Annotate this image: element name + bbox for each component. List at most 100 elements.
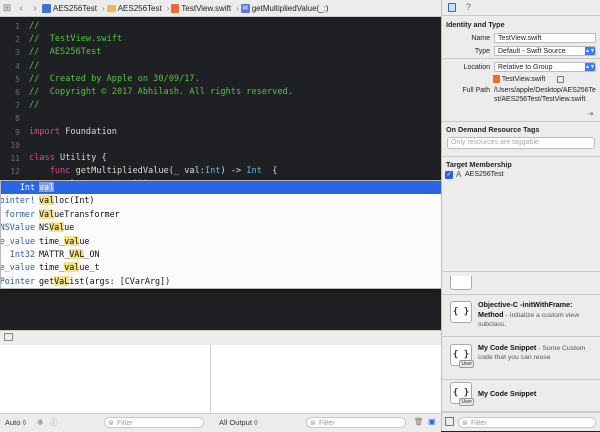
completion-item[interactable]: Int32 MATTR_VAL_ON — [1, 248, 442, 261]
code-line[interactable]: 2 // TestView.swift — [0, 33, 441, 46]
completion-return-type: Int32 — [9, 249, 35, 259]
code-line[interactable]: 9 import Foundation — [0, 126, 441, 139]
code-line[interactable]: 10 — [0, 139, 441, 152]
full-path-label: Full Path — [462, 87, 490, 94]
completion-return-type: NSValue — [0, 222, 35, 233]
back-arrow-icon[interactable]: ‹ — [14, 3, 28, 14]
completion-name: NSValue — [39, 222, 75, 233]
completion-name: valloc(Int) — [39, 195, 95, 206]
variables-scope-select[interactable]: Auto ◊ — [5, 418, 26, 427]
console-filter-input[interactable]: ⊜ Filter — [306, 417, 406, 428]
trash-icon[interactable]: 🗑 — [414, 417, 424, 426]
location-label: Location — [463, 64, 490, 71]
quick-help-icon[interactable]: ? — [466, 3, 471, 12]
completion-item[interactable]: e_value time_value — [1, 235, 442, 248]
code-line[interactable]: 11 class Utility { — [0, 152, 441, 165]
line-number: 2 — [15, 35, 20, 45]
swift-file-icon — [171, 3, 180, 13]
inspector-tabs: ? — [442, 0, 600, 16]
library-item-text: Objective-C -initWithFrame: Method - Ini… — [478, 300, 580, 328]
code-text: func getMultipliedValue(_ val:Int) -> In… — [49, 166, 278, 177]
completion-name: val — [39, 182, 55, 192]
code-line[interactable]: 3 // AES256Test — [0, 46, 441, 59]
filter-placeholder: Filter — [319, 420, 335, 427]
divider — [442, 58, 600, 59]
location-select[interactable]: Relative to Group ▲▼ — [494, 62, 596, 72]
filter-placeholder: Filter — [117, 420, 133, 427]
breadcrumb-group[interactable]: AES256Test — [106, 4, 162, 13]
chevron-updown-icon: ▲▼ — [585, 47, 595, 55]
file-inspector-icon[interactable] — [448, 3, 456, 12]
code-text: // AES256Test — [29, 47, 102, 58]
code-line[interactable]: 1 // — [0, 20, 441, 33]
completion-return-type: former — [4, 208, 35, 219]
library-item-text: My Code Snippet — [478, 389, 537, 398]
output-select[interactable]: All Output ◊ — [219, 418, 258, 427]
breadcrumb-project[interactable]: AES256Test — [42, 3, 98, 13]
code-line[interactable]: 5 // Created by Apple on 30/09/17. — [0, 73, 441, 86]
code-text: // Copyright © 2017 Abhilash. All rights… — [29, 87, 293, 97]
code-text: // — [29, 100, 40, 111]
name-label: Name — [471, 35, 490, 42]
line-number: 10 — [10, 140, 20, 150]
library-item[interactable]: { } User My Code Snippet - Some Custom cod… — [442, 339, 600, 380]
target-checkbox[interactable]: ✓ — [445, 171, 453, 179]
completion-item[interactable]: Int val — [1, 181, 442, 195]
swift-file-icon — [493, 75, 500, 83]
code-text: // TestView.swift — [29, 34, 123, 45]
code-line[interactable]: 8 — [0, 112, 441, 125]
info-icon[interactable]: ⓘ — [50, 417, 58, 428]
folder-browse-icon[interactable] — [557, 75, 565, 83]
completion-return-type: Pointer — [0, 275, 35, 286]
code-snippet-icon: { } User — [450, 344, 474, 368]
type-label: Type — [474, 48, 490, 55]
section-title-identity: Identity and Type — [446, 20, 505, 29]
location-file-name: TestView.swift — [501, 75, 546, 83]
completion-item[interactable]: former ValueTransformer — [1, 208, 442, 221]
library-item-text: My Code Snippet - Some Custom code that … — [478, 343, 586, 361]
completion-item[interactable]: ointer! valloc(Int) — [1, 194, 442, 207]
utilities-inspector: ? Identity and Type Name TestView.swift … — [441, 0, 600, 431]
code-text: // — [29, 60, 40, 71]
library-item[interactable]: { } User My Code Snippet — [442, 377, 600, 413]
method-icon: M — [240, 3, 250, 13]
variables-filter-input[interactable]: ⊜ Filter — [104, 417, 204, 428]
grid-icon[interactable]: ⊞ — [0, 3, 14, 14]
odr-tags-field[interactable]: Only resources are taggable — [447, 137, 595, 149]
code-line[interactable]: 6 // Copyright © 2017 Abhilash. All right… — [0, 86, 441, 99]
grid-view-icon[interactable] — [445, 417, 454, 426]
reveal-arrow-icon[interactable]: ➔ — [588, 110, 594, 118]
filter-icon: ⊜ — [108, 420, 114, 427]
app-target-icon: A — [456, 170, 462, 179]
code-completion-popup[interactable]: Int val ointer! valloc(Int) former ValueTrans… — [0, 180, 443, 289]
section-title-target: Target Membership — [446, 160, 512, 169]
library-filter-input[interactable]: ⊜ Filter — [458, 417, 596, 428]
breadcrumb-label: AES256Test — [53, 3, 98, 13]
line-number: 9 — [15, 127, 20, 137]
code-line[interactable]: 4 // — [0, 60, 441, 73]
name-field[interactable]: TestView.swift — [494, 33, 596, 43]
library-item[interactable]: { } Objective-C -initWithFrame: Method - … — [442, 296, 600, 337]
filter-icon: ⊜ — [310, 420, 316, 427]
location-file: TestView.swift — [481, 75, 591, 83]
divider — [442, 156, 600, 157]
eye-icon[interactable]: ◉ — [37, 417, 44, 426]
completion-item[interactable]: e_value time_value_t — [1, 261, 442, 274]
completion-item[interactable]: Pointer getVaList(args: [CVarArg]) — [1, 275, 442, 288]
completion-item[interactable]: NSValue NSValue — [1, 221, 442, 234]
type-select[interactable]: Default - Swift Source ▲▼ — [494, 46, 596, 56]
breadcrumb-method[interactable]: M getMultipliedValue(_:) — [240, 3, 329, 13]
breadcrumb-file[interactable]: TestView.swift — [171, 3, 231, 13]
code-line[interactable]: 7 // — [0, 99, 441, 112]
full-path-value: /Users/apple/Desktop/AES256Test/AES256Te… — [494, 87, 596, 103]
hide-debug-area-icon[interactable] — [4, 333, 13, 341]
odr-placeholder: Only resources are taggable — [451, 139, 539, 146]
completion-return-type: Int — [19, 182, 35, 192]
code-line[interactable]: 12 func getMultipliedValue(_ val:Int) ->… — [0, 165, 441, 178]
split-view-icon[interactable]: ▣ — [428, 417, 436, 426]
code-text: class Utility { — [29, 153, 107, 163]
filter-placeholder: Filter — [471, 420, 487, 427]
forward-arrow-icon[interactable]: › — [28, 3, 42, 14]
completion-return-type: e_value — [0, 262, 35, 273]
library-item-partial[interactable] — [450, 276, 472, 290]
